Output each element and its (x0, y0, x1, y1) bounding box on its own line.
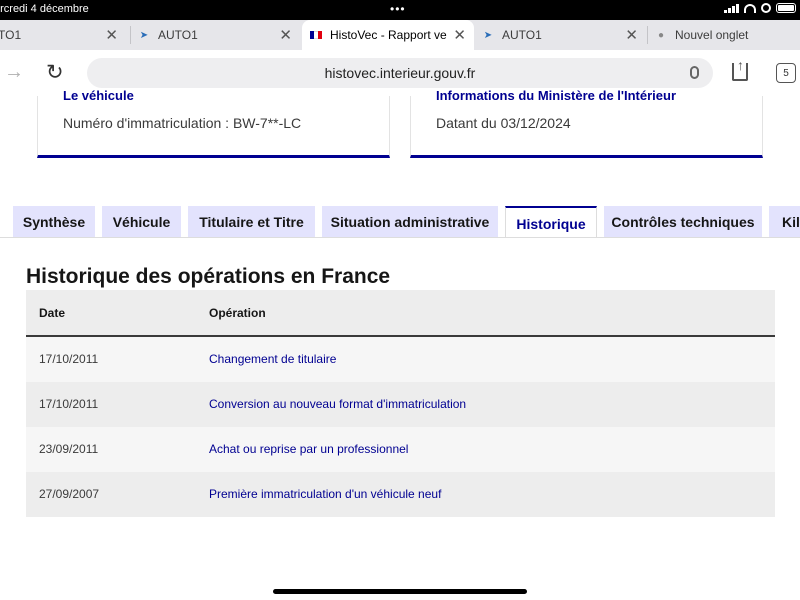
column-header-operation: Opération (209, 306, 266, 320)
french-flag-icon (310, 31, 322, 39)
browser-tab-active[interactable]: HistoVec - Rapport ve ✕ (302, 20, 474, 50)
close-icon[interactable]: ✕ (453, 26, 466, 44)
signal-icon (724, 3, 739, 13)
home-indicator[interactable] (273, 589, 527, 594)
tab-situation-administrative[interactable]: Situation administrative (322, 206, 498, 238)
microphone-icon[interactable] (690, 66, 699, 79)
orientation-lock-icon (761, 3, 771, 13)
tab-historique[interactable]: Historique (505, 206, 597, 239)
status-icons (724, 3, 796, 13)
section-title: Historique des opérations en France (26, 265, 391, 288)
browser-tab-label: TO1 (0, 28, 22, 42)
tab-controles-techniques[interactable]: Contrôles techniques (604, 206, 762, 238)
browser-tab-label: Nouvel onglet (675, 28, 749, 42)
tab-vehicule[interactable]: Véhicule (102, 206, 181, 238)
row-operation: Conversion au nouveau format d'immatricu… (209, 397, 467, 411)
row-date: 27/09/2007 (39, 487, 100, 501)
reload-icon[interactable]: ↻ (46, 60, 64, 85)
globe-icon: ● (657, 29, 665, 41)
row-date: 17/10/2011 (39, 397, 99, 411)
card-title: Informations du Ministère de l'Intérieur (436, 88, 677, 103)
close-icon[interactable]: ✕ (105, 26, 118, 44)
row-operation: Première immatriculation d'un véhicule n… (209, 487, 442, 501)
battery-icon (776, 3, 796, 13)
site-favicon-icon: ➤ (139, 29, 149, 41)
multitasking-dots-icon[interactable]: ••• (390, 2, 406, 16)
browser-tab-label: HistoVec - Rapport ve (330, 28, 447, 42)
card-title: Le véhicule (63, 88, 134, 103)
browser-tab[interactable]: ➤ AUTO1 ✕ (138, 20, 300, 50)
report-tabs: Synthèse Véhicule Titulaire et Titre Sit… (0, 206, 800, 239)
browser-tab-label: AUTO1 (158, 28, 198, 42)
share-icon[interactable] (732, 63, 748, 81)
tab-titulaire-titre[interactable]: Titulaire et Titre (188, 206, 315, 238)
row-date: 17/10/2011 (39, 352, 99, 366)
table-row: 23/09/2011 Achat ou reprise par un profe… (26, 427, 775, 472)
browser-tab[interactable]: TO1 ✕ (0, 20, 128, 50)
tab-kilometrage[interactable]: Kil (769, 206, 800, 238)
row-date: 23/09/2011 (39, 442, 99, 456)
operations-table: Date Opération 17/10/2011 Changement de … (26, 290, 775, 517)
tab-count: 5 (783, 67, 789, 79)
browser-tab[interactable]: ➤ AUTO1 ✕ (482, 20, 644, 50)
table-header: Date Opération (26, 290, 775, 337)
row-operation: Achat ou reprise par un professionnel (209, 442, 409, 456)
tab-synthese[interactable]: Synthèse (13, 206, 95, 238)
table-row: 17/10/2011 Conversion au nouveau format … (26, 382, 775, 427)
wifi-icon (744, 3, 756, 13)
browser-tabs-bar: TO1 ✕ ➤ AUTO1 ✕ HistoVec - Rapport ve ✕ … (0, 20, 800, 50)
browser-tab[interactable]: ● Nouvel onglet (655, 20, 800, 50)
table-row: 17/10/2011 Changement de titulaire (26, 337, 775, 382)
url-field[interactable]: histovec.interieur.gouv.fr (87, 58, 713, 88)
status-date: ercredi 4 décembre (0, 3, 89, 15)
forward-arrow-icon[interactable]: → (4, 61, 24, 84)
card-text: Numéro d'immatriculation : BW-7**-LC (63, 115, 302, 131)
close-icon[interactable]: ✕ (625, 26, 638, 44)
column-header-date: Date (39, 306, 66, 320)
close-icon[interactable]: ✕ (279, 26, 292, 44)
table-row: 27/09/2007 Première immatriculation d'un… (26, 472, 775, 517)
status-bar: ercredi 4 décembre ••• (0, 0, 800, 20)
row-operation: Changement de titulaire (209, 352, 337, 366)
vehicle-card: Le véhicule Numéro d'immatriculation : B… (37, 88, 390, 158)
tabs-overview-button[interactable]: 5 (776, 63, 796, 83)
browser-tab-label: AUTO1 (502, 28, 542, 42)
card-text: Datant du 03/12/2024 (436, 115, 571, 131)
ministry-info-card: Informations du Ministère de l'Intérieur… (410, 88, 763, 158)
url-text: histovec.interieur.gouv.fr (324, 65, 476, 81)
site-favicon-icon: ➤ (483, 29, 493, 41)
